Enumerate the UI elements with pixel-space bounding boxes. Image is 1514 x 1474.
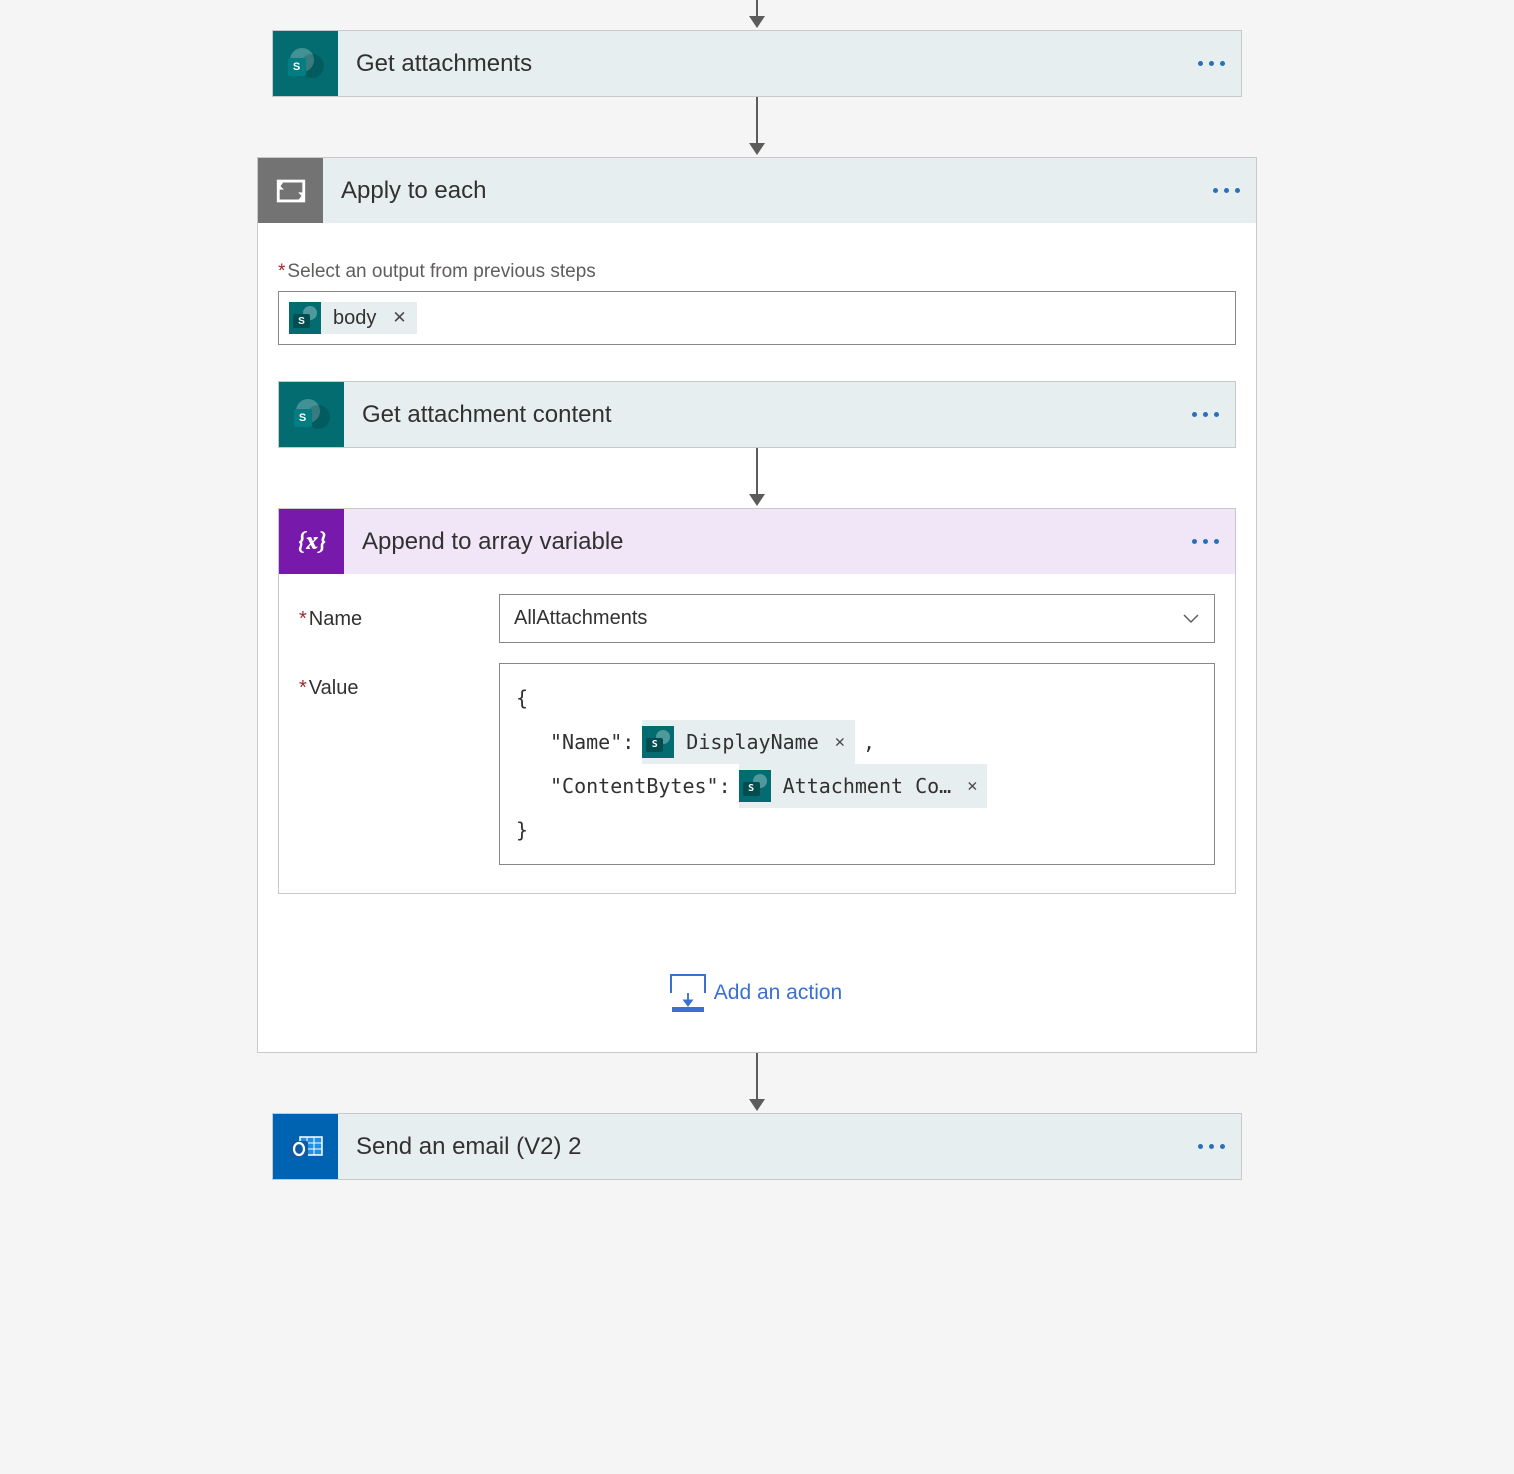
loop-icon — [258, 158, 323, 223]
ellipsis-icon — [1213, 188, 1240, 193]
json-comma: , — [863, 720, 875, 764]
ellipsis-icon — [1192, 539, 1219, 544]
token-body[interactable]: S body ✕ — [289, 302, 417, 334]
name-value: AllAttachments — [514, 607, 647, 630]
svg-text:{x}: {x} — [297, 527, 326, 555]
apply-to-each-header[interactable]: Apply to each — [258, 158, 1256, 223]
action-get-attachment-content[interactable]: S Get attachment content — [278, 381, 1236, 448]
remove-token-button[interactable]: ✕ — [831, 720, 855, 764]
action-menu-button[interactable] — [1181, 61, 1241, 66]
sharepoint-icon: S — [289, 302, 321, 334]
append-header[interactable]: {x} Append to array variable — [279, 509, 1235, 574]
arrow-down — [257, 97, 1257, 157]
flow-canvas: S Get attachments — [257, 0, 1257, 1474]
token-attachment-content[interactable]: S Attachment Co… ✕ — [739, 764, 988, 808]
action-title: Get attachment content — [344, 401, 1175, 429]
arrow-down — [257, 1053, 1257, 1113]
sharepoint-icon: S — [642, 726, 674, 758]
chevron-down-icon — [1182, 607, 1200, 630]
apply-to-each-container: Apply to each *Select an output from pre… — [257, 157, 1257, 1053]
variable-icon: {x} — [279, 509, 344, 574]
ellipsis-icon — [1198, 61, 1225, 66]
action-title: Send an email (V2) 2 — [338, 1133, 1181, 1161]
ellipsis-icon — [1198, 1144, 1225, 1149]
add-action-button[interactable]: Add an action — [278, 974, 1236, 1012]
remove-token-button[interactable]: ✕ — [963, 764, 987, 808]
select-output-label: *Select an output from previous steps — [278, 261, 1236, 283]
action-menu-button[interactable] — [1175, 412, 1235, 417]
json-key: "Name": — [550, 720, 634, 764]
value-editor[interactable]: { "Name": S DisplayName ✕ , — [499, 663, 1215, 865]
token-label: Attachment Co… — [771, 764, 964, 808]
name-label: *Name — [299, 594, 499, 631]
value-label: *Value — [299, 663, 499, 700]
token-label: DisplayName — [674, 720, 830, 764]
select-output-field[interactable]: S body ✕ — [278, 291, 1236, 345]
action-menu-button[interactable] — [1175, 539, 1235, 544]
action-send-email[interactable]: Send an email (V2) 2 — [272, 1113, 1242, 1180]
action-menu-button[interactable] — [1181, 1144, 1241, 1149]
ellipsis-icon — [1192, 412, 1219, 417]
action-append-to-array: {x} Append to array variable *Name AllAt… — [278, 508, 1236, 894]
arrow-down — [278, 448, 1236, 508]
sharepoint-icon: S — [739, 770, 771, 802]
brace-close: } — [516, 808, 528, 852]
add-action-label: Add an action — [714, 981, 842, 1005]
action-get-attachments[interactable]: S Get attachments — [272, 30, 1242, 97]
action-title: Append to array variable — [344, 528, 1175, 556]
remove-token-button[interactable]: ✕ — [388, 308, 416, 328]
json-key: "ContentBytes": — [550, 764, 731, 808]
arrow-down-in — [257, 0, 1257, 30]
action-title: Get attachments — [338, 50, 1181, 78]
container-title: Apply to each — [323, 177, 1196, 205]
token-label: body — [321, 307, 388, 330]
sharepoint-icon: S — [279, 382, 344, 447]
token-displayname[interactable]: S DisplayName ✕ — [642, 720, 855, 764]
sharepoint-icon: S — [273, 31, 338, 96]
add-action-icon — [672, 974, 704, 1012]
name-dropdown[interactable]: AllAttachments — [499, 594, 1215, 643]
brace-open: { — [516, 676, 528, 720]
outlook-icon — [273, 1114, 338, 1179]
container-menu-button[interactable] — [1196, 188, 1256, 193]
